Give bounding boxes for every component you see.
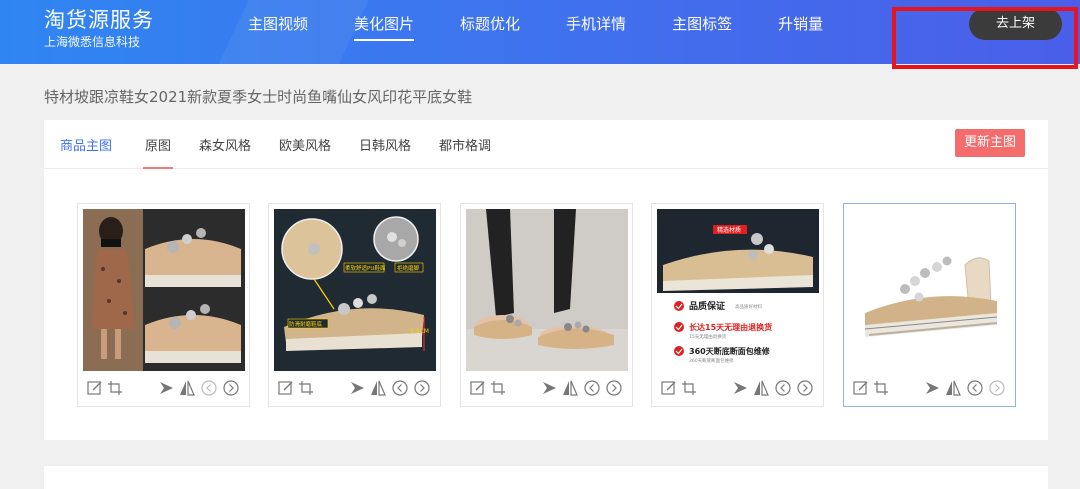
rotate-right-icon[interactable] bbox=[988, 379, 1006, 397]
edit-icon[interactable] bbox=[660, 379, 678, 397]
image-cards: 柔软舒适PU鞋面 拒绝磨脚 防滑耐磨鞋底 5.5CM 精选材质 品质保证 高品质… bbox=[77, 203, 1017, 407]
rotate-left-icon[interactable] bbox=[966, 379, 984, 397]
flip-vertical-icon[interactable] bbox=[369, 379, 387, 397]
crop-icon[interactable] bbox=[872, 379, 890, 397]
image-toolbar bbox=[277, 379, 434, 399]
overlay-row-1-strong: 品质保证 bbox=[689, 300, 725, 312]
overlay-label-a: 柔软舒适PU鞋面 bbox=[345, 264, 386, 272]
flip-vertical-icon[interactable] bbox=[178, 379, 196, 397]
image-toolbar bbox=[469, 379, 626, 399]
tab-urban-style[interactable]: 都市格调 bbox=[439, 135, 491, 154]
rotate-left-icon[interactable] bbox=[200, 379, 218, 397]
product-title: 特材坡跟凉鞋女2021新款夏季女士时尚鱼嘴仙女风印花平底女鞋 bbox=[44, 88, 473, 106]
nav-item-title-optimize[interactable]: 标题优化 bbox=[460, 0, 520, 48]
product-image[interactable] bbox=[849, 209, 1011, 371]
image-toolbar bbox=[86, 379, 243, 399]
crop-icon[interactable] bbox=[680, 379, 698, 397]
overlay-row-2-strong: 长达15天无理由退换货 bbox=[689, 322, 772, 332]
overlay-row-2-sub: 15天无理由退换货 bbox=[689, 333, 727, 340]
product-image[interactable]: 柔软舒适PU鞋面 拒绝磨脚 防滑耐磨鞋底 5.5CM bbox=[274, 209, 436, 371]
flip-vertical-icon[interactable] bbox=[944, 379, 962, 397]
tab-original[interactable]: 原图 bbox=[142, 135, 174, 169]
image-panel: 商品主图 原图 森女风格 欧美风格 日韩风格 都市格调 更新主图 柔软舒适PU鞋… bbox=[44, 120, 1048, 440]
edit-icon[interactable] bbox=[469, 379, 487, 397]
rotate-right-icon[interactable] bbox=[605, 379, 623, 397]
publish-button[interactable]: 去上架 bbox=[969, 8, 1062, 40]
crop-icon[interactable] bbox=[489, 379, 507, 397]
rotate-left-icon[interactable] bbox=[583, 379, 601, 397]
flip-horizontal-icon[interactable] bbox=[158, 379, 176, 397]
tab-japan-korea-style[interactable]: 日韩风格 bbox=[359, 135, 411, 154]
product-image[interactable] bbox=[83, 209, 245, 371]
brand-subtitle: 上海微悉信息科技 bbox=[44, 35, 141, 49]
overlay-label-b: 拒绝磨脚 bbox=[397, 264, 420, 272]
rotate-left-icon[interactable] bbox=[391, 379, 409, 397]
nav-item-beautify-image[interactable]: 美化图片 bbox=[354, 0, 415, 48]
edit-icon[interactable] bbox=[852, 379, 870, 397]
image-card-4[interactable]: 精选材质 品质保证 高品质好材料 长达15天无理由退换货 15天无理由退换货 3… bbox=[651, 203, 824, 407]
overlay-row-3-strong: 360天断底断面包维修 bbox=[689, 346, 771, 356]
main-nav: 主图视频 美化图片 标题优化 手机详情 主图标签 升销量 bbox=[248, 0, 869, 64]
flip-horizontal-icon[interactable] bbox=[349, 379, 367, 397]
tab-forest-style[interactable]: 森女风格 bbox=[199, 135, 251, 154]
image-card-5[interactable] bbox=[843, 203, 1016, 407]
flip-horizontal-icon[interactable] bbox=[541, 379, 559, 397]
flip-vertical-icon[interactable] bbox=[561, 379, 579, 397]
rotate-right-icon[interactable] bbox=[413, 379, 431, 397]
edit-icon[interactable] bbox=[86, 379, 104, 397]
crop-icon[interactable] bbox=[297, 379, 315, 397]
image-card-1[interactable] bbox=[77, 203, 250, 407]
flip-horizontal-icon[interactable] bbox=[732, 379, 750, 397]
image-card-2[interactable]: 柔软舒适PU鞋面 拒绝磨脚 防滑耐磨鞋底 5.5CM bbox=[268, 203, 441, 407]
overlay-badge: 精选材质 bbox=[717, 226, 741, 234]
product-image[interactable] bbox=[466, 209, 628, 371]
edit-icon[interactable] bbox=[277, 379, 295, 397]
style-tabs: 商品主图 原图 森女风格 欧美风格 日韩风格 都市格调 更新主图 bbox=[44, 120, 1048, 169]
next-panel bbox=[44, 466, 1048, 489]
top-header: 淘货源服务 上海微悉信息科技 主图视频 美化图片 标题优化 手机详情 主图标签 … bbox=[0, 0, 1080, 64]
overlay-label-c: 防滑耐磨鞋底 bbox=[289, 320, 323, 328]
image-toolbar bbox=[660, 379, 817, 399]
section-label-main-images: 商品主图 bbox=[60, 139, 113, 154]
flip-vertical-icon[interactable] bbox=[752, 379, 770, 397]
refresh-main-images-button[interactable]: 更新主图 bbox=[955, 129, 1025, 157]
nav-item-main-tags[interactable]: 主图标签 bbox=[672, 0, 732, 48]
overlay-row-1-sub: 高品质好材料 bbox=[735, 303, 762, 310]
product-image[interactable]: 精选材质 品质保证 高品质好材料 长达15天无理由退换货 15天无理由退换货 3… bbox=[657, 209, 819, 371]
image-toolbar bbox=[852, 379, 1009, 399]
nav-item-mobile-detail[interactable]: 手机详情 bbox=[566, 0, 626, 48]
image-card-3[interactable] bbox=[460, 203, 633, 407]
nav-item-boost-sales[interactable]: 升销量 bbox=[778, 0, 823, 48]
brand-title: 淘货源服务 bbox=[44, 8, 154, 32]
overlay-height-label: 5.5CM bbox=[410, 328, 429, 335]
rotate-left-icon[interactable] bbox=[774, 379, 792, 397]
overlay-row-3-sub: 360天断底断面包维修 bbox=[689, 357, 734, 364]
crop-icon[interactable] bbox=[106, 379, 124, 397]
nav-item-main-video[interactable]: 主图视频 bbox=[248, 0, 308, 48]
brand: 淘货源服务 上海微悉信息科技 bbox=[44, 7, 154, 50]
flip-horizontal-icon[interactable] bbox=[924, 379, 942, 397]
rotate-right-icon[interactable] bbox=[222, 379, 240, 397]
tab-western-style[interactable]: 欧美风格 bbox=[279, 135, 331, 154]
rotate-right-icon[interactable] bbox=[796, 379, 814, 397]
